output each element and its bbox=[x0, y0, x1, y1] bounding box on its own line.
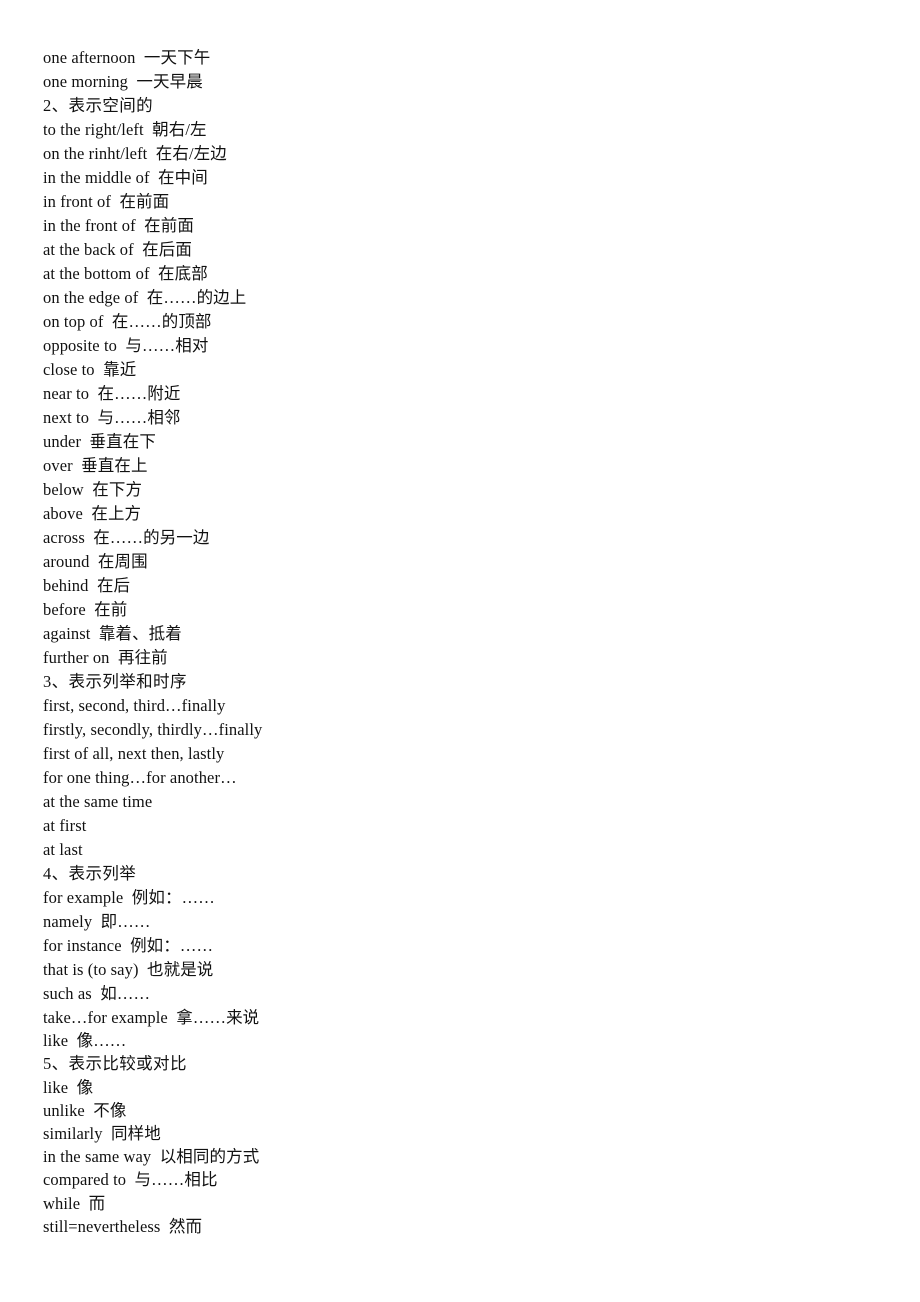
list-item: while 而 bbox=[43, 1193, 106, 1213]
list-item: opposite to 与……相对 bbox=[43, 336, 209, 355]
list-item: for example 例如：…… bbox=[43, 888, 215, 907]
list-item: to the right/left 朝右/左 bbox=[43, 120, 207, 139]
list-item: over 垂直在上 bbox=[43, 456, 148, 475]
list-item: above 在上方 bbox=[43, 504, 142, 523]
list-item: one afternoon 一天下午 bbox=[43, 48, 211, 67]
list-item: at the back of 在后面 bbox=[43, 240, 192, 259]
list-item: firstly, secondly, thirdly…finally bbox=[43, 720, 263, 739]
list-item: such as 如…… bbox=[43, 984, 151, 1003]
list-item: below 在下方 bbox=[43, 480, 143, 499]
list-item: at first bbox=[43, 816, 87, 835]
list-item: around 在周围 bbox=[43, 552, 148, 571]
list-item: across 在……的另一边 bbox=[43, 528, 210, 547]
list-item: like 像 bbox=[43, 1077, 94, 1097]
document-page: one afternoon 一天下午 one morning 一天早晨 2、表示… bbox=[0, 0, 920, 1302]
list-item: against 靠着、抵着 bbox=[43, 624, 182, 643]
list-item: one morning 一天早晨 bbox=[43, 72, 203, 91]
list-item: first, second, third…finally bbox=[43, 696, 226, 715]
list-item: in the front of 在前面 bbox=[43, 216, 194, 235]
section-heading: 5、表示比较或对比 bbox=[43, 1054, 187, 1074]
list-item: similarly 同样地 bbox=[43, 1123, 161, 1143]
list-item: in the same way 以相同的方式 bbox=[43, 1147, 260, 1167]
list-item: under 垂直在下 bbox=[43, 432, 156, 451]
section-heading: 4、表示列举 bbox=[43, 864, 137, 883]
list-item: further on 再往前 bbox=[43, 648, 168, 667]
list-item: at the bottom of 在底部 bbox=[43, 264, 208, 283]
list-item: next to 与……相邻 bbox=[43, 408, 181, 427]
list-item: behind 在后 bbox=[43, 576, 131, 595]
list-item: on top of 在……的顶部 bbox=[43, 312, 212, 331]
list-item: for instance 例如：…… bbox=[43, 936, 214, 955]
list-item: before 在前 bbox=[43, 600, 128, 619]
vocabulary-list: one afternoon 一天下午 one morning 一天早晨 2、表示… bbox=[43, 46, 843, 1238]
list-item: like 像…… bbox=[43, 1031, 127, 1051]
list-item: near to 在……附近 bbox=[43, 384, 181, 403]
list-item: compared to 与……相比 bbox=[43, 1170, 218, 1190]
list-item: first of all, next then, lastly bbox=[43, 744, 225, 763]
list-item: close to 靠近 bbox=[43, 360, 137, 379]
list-item: namely 即…… bbox=[43, 912, 151, 931]
list-item: take…for example 拿……来说 bbox=[43, 1008, 260, 1027]
list-item: still=nevertheless 然而 bbox=[43, 1216, 203, 1236]
list-item: on the rinht/left 在右/左边 bbox=[43, 144, 227, 163]
list-item: in front of 在前面 bbox=[43, 192, 170, 211]
list-item: that is (to say) 也就是说 bbox=[43, 960, 214, 979]
list-item: for one thing…for another… bbox=[43, 768, 237, 787]
section-heading: 2、表示空间的 bbox=[43, 96, 154, 115]
list-item: at last bbox=[43, 840, 83, 859]
list-item: in the middle of 在中间 bbox=[43, 168, 208, 187]
list-item: unlike 不像 bbox=[43, 1100, 127, 1120]
section-heading: 3、表示列举和时序 bbox=[43, 672, 187, 691]
list-item: at the same time bbox=[43, 792, 153, 811]
list-item: on the edge of 在……的边上 bbox=[43, 288, 247, 307]
